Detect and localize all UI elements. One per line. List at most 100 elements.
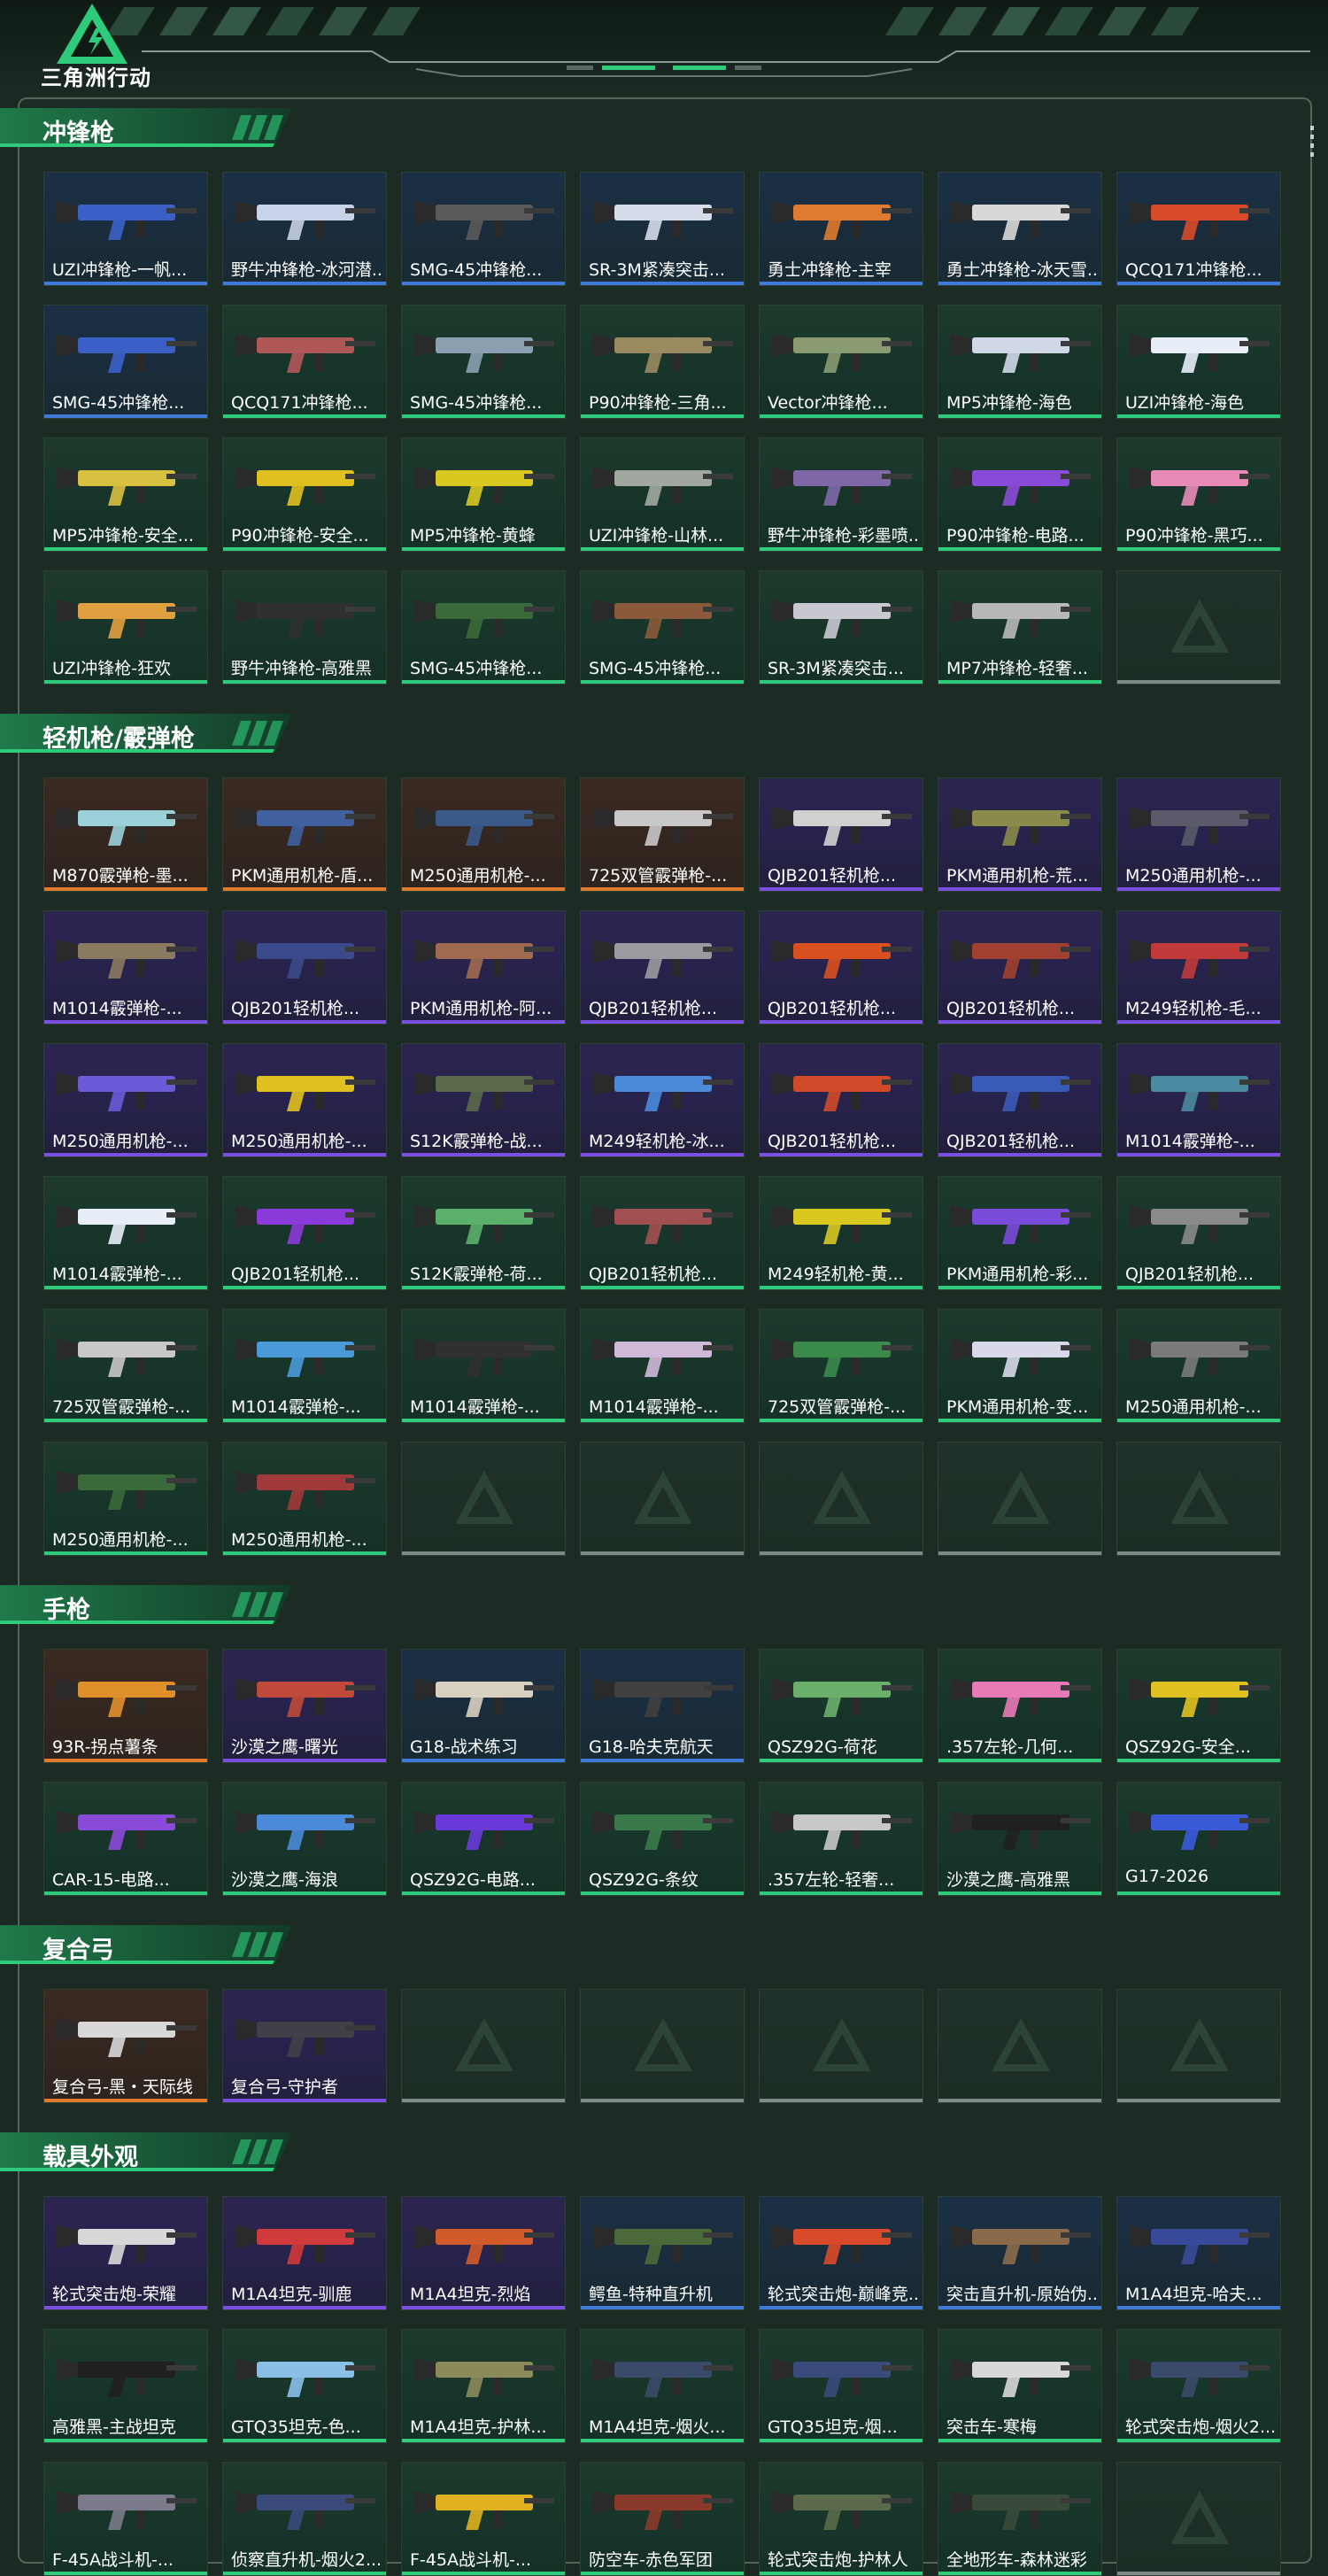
item-card[interactable]: P90冲锋枪-三角... xyxy=(580,305,745,419)
item-card[interactable]: QJB201轻机枪... xyxy=(222,910,387,1025)
item-card[interactable]: G18-战术练习 xyxy=(401,1649,566,1763)
item-card[interactable]: 轮式突击炮-巅峰竞... xyxy=(759,2196,923,2310)
item-card[interactable]: 勇士冲锋枪-冰天雪... xyxy=(938,172,1102,286)
item-card[interactable]: QSZ92G-电路... xyxy=(401,1782,566,1896)
item-card[interactable]: M250通用机枪-... xyxy=(401,777,566,892)
item-card[interactable]: 勇士冲锋枪-主宰 xyxy=(759,172,923,286)
item-card[interactable]: M870霰弹枪-墨... xyxy=(43,777,208,892)
item-card[interactable]: M1A4坦克-护林... xyxy=(401,2329,566,2443)
item-card[interactable]: G17-2026 xyxy=(1116,1782,1281,1896)
item-card[interactable]: M249轻机枪-冰... xyxy=(580,1043,745,1157)
item-card[interactable]: PKM通用机枪-彩... xyxy=(938,1176,1102,1290)
item-card[interactable]: GTQ35坦克-烟... xyxy=(759,2329,923,2443)
item-card[interactable]: M1014霰弹枪-... xyxy=(401,1309,566,1423)
item-card[interactable]: M250通用机枪-... xyxy=(222,1442,387,1556)
item-card[interactable]: F-45A战斗机-... xyxy=(43,2462,208,2576)
item-card[interactable]: UZI冲锋枪-海色 xyxy=(1116,305,1281,419)
item-card[interactable]: P90冲锋枪-黑巧... xyxy=(1116,437,1281,552)
item-card[interactable]: M249轻机枪-毛... xyxy=(1116,910,1281,1025)
item-card[interactable]: P90冲锋枪-安全... xyxy=(222,437,387,552)
item-card[interactable]: P90冲锋枪-电路... xyxy=(938,437,1102,552)
scroll-indicator[interactable] xyxy=(1309,124,1316,159)
item-card[interactable]: UZI冲锋枪-一帆... xyxy=(43,172,208,286)
item-card[interactable]: G18-哈夫克航天 xyxy=(580,1649,745,1763)
item-card[interactable]: QJB201轻机枪... xyxy=(1116,1176,1281,1290)
item-card[interactable]: 全地形车-森林迷彩 xyxy=(938,2462,1102,2576)
item-card[interactable]: Vector冲锋枪... xyxy=(759,305,923,419)
item-card[interactable]: 复合弓-守护者 xyxy=(222,1989,387,2103)
item-card[interactable]: QJB201轻机枪... xyxy=(759,1043,923,1157)
item-card[interactable]: 沙漠之鹰-高雅黑 xyxy=(938,1782,1102,1896)
item-card[interactable]: M1014霰弹枪-... xyxy=(43,910,208,1025)
item-card[interactable]: SR-3M紧凑突击... xyxy=(759,570,923,685)
item-card[interactable]: 野牛冲锋枪-冰河潜... xyxy=(222,172,387,286)
item-card[interactable]: PKM通用机枪-变... xyxy=(938,1309,1102,1423)
item-card[interactable]: 轮式突击炮-护林人 xyxy=(759,2462,923,2576)
item-card[interactable]: UZI冲锋枪-山林... xyxy=(580,437,745,552)
item-card[interactable]: QJB201轻机枪... xyxy=(222,1176,387,1290)
item-card[interactable]: M1A4坦克-烟火... xyxy=(580,2329,745,2443)
item-card[interactable]: 野牛冲锋枪-彩墨喷... xyxy=(759,437,923,552)
item-card[interactable]: M250通用机枪-... xyxy=(222,1043,387,1157)
item-card[interactable]: GTQ35坦克-色... xyxy=(222,2329,387,2443)
item-card[interactable]: MP7冲锋枪-轻奢... xyxy=(938,570,1102,685)
item-card[interactable]: PKM通用机枪-盾... xyxy=(222,777,387,892)
item-card[interactable]: PKM通用机枪-荒... xyxy=(938,777,1102,892)
item-card[interactable]: M250通用机枪-... xyxy=(43,1442,208,1556)
item-card[interactable]: 轮式突击炮-烟火2... xyxy=(1116,2329,1281,2443)
item-card[interactable]: M1A4坦克-烈焰 xyxy=(401,2196,566,2310)
item-card[interactable]: QCQ171冲锋枪... xyxy=(222,305,387,419)
item-card[interactable]: 沙漠之鹰-海浪 xyxy=(222,1782,387,1896)
item-card[interactable]: 轮式突击炮-荣耀 xyxy=(43,2196,208,2310)
item-card[interactable]: .357左轮-几何... xyxy=(938,1649,1102,1763)
item-card[interactable]: M1014霰弹枪-... xyxy=(580,1309,745,1423)
item-card[interactable]: M250通用机枪-... xyxy=(1116,777,1281,892)
item-card[interactable]: 沙漠之鹰-曙光 xyxy=(222,1649,387,1763)
item-card[interactable]: S12K霰弹枪-荷... xyxy=(401,1176,566,1290)
item-card[interactable]: F-45A战斗机-... xyxy=(401,2462,566,2576)
item-card[interactable]: CAR-15-电路... xyxy=(43,1782,208,1896)
item-card[interactable]: M1014霰弹枪-... xyxy=(1116,1043,1281,1157)
item-card[interactable]: 复合弓-黑・天际线 xyxy=(43,1989,208,2103)
item-card[interactable]: PKM通用机枪-阿... xyxy=(401,910,566,1025)
item-card[interactable]: M1014霰弹枪-... xyxy=(43,1176,208,1290)
item-card[interactable]: QSZ92G-安全... xyxy=(1116,1649,1281,1763)
item-card[interactable]: 高雅黑-主战坦克 xyxy=(43,2329,208,2443)
item-card[interactable]: M1A4坦克-驯鹿 xyxy=(222,2196,387,2310)
item-card[interactable]: QSZ92G-荷花 xyxy=(759,1649,923,1763)
item-card[interactable]: M250通用机枪-... xyxy=(43,1043,208,1157)
item-card[interactable]: QCQ171冲锋枪... xyxy=(1116,172,1281,286)
item-card[interactable]: .357左轮-轻奢... xyxy=(759,1782,923,1896)
item-card[interactable]: M1014霰弹枪-... xyxy=(222,1309,387,1423)
item-card[interactable]: MP5冲锋枪-黄蜂 xyxy=(401,437,566,552)
item-card[interactable]: 725双管霰弹枪-... xyxy=(43,1309,208,1423)
item-card[interactable]: M1A4坦克-哈夫... xyxy=(1116,2196,1281,2310)
item-card[interactable]: SMG-45冲锋枪... xyxy=(401,570,566,685)
item-card[interactable]: 突击车-寒梅 xyxy=(938,2329,1102,2443)
item-card[interactable]: QJB201轻机枪... xyxy=(938,1043,1102,1157)
item-card[interactable]: 野牛冲锋枪-高雅黑 xyxy=(222,570,387,685)
item-card[interactable]: SMG-45冲锋枪... xyxy=(401,305,566,419)
item-card[interactable]: UZI冲锋枪-狂欢 xyxy=(43,570,208,685)
item-card[interactable]: 防空车-赤色军团 xyxy=(580,2462,745,2576)
item-card[interactable]: SMG-45冲锋枪... xyxy=(580,570,745,685)
item-card[interactable]: M250通用机枪-... xyxy=(1116,1309,1281,1423)
item-card[interactable]: SR-3M紧凑突击... xyxy=(580,172,745,286)
item-card[interactable]: 侦察直升机-烟火2... xyxy=(222,2462,387,2576)
item-card[interactable]: S12K霰弹枪-战... xyxy=(401,1043,566,1157)
item-card[interactable]: MP5冲锋枪-海色 xyxy=(938,305,1102,419)
item-card[interactable]: MP5冲锋枪-安全... xyxy=(43,437,208,552)
item-card[interactable]: SMG-45冲锋枪... xyxy=(401,172,566,286)
item-card[interactable]: QJB201轻机枪... xyxy=(938,910,1102,1025)
item-card[interactable]: 突击直升机-原始伪... xyxy=(938,2196,1102,2310)
item-card[interactable]: QSZ92G-条纹 xyxy=(580,1782,745,1896)
item-card[interactable]: QJB201轻机枪... xyxy=(580,910,745,1025)
item-card[interactable]: 725双管霰弹枪-... xyxy=(759,1309,923,1423)
item-card[interactable]: SMG-45冲锋枪... xyxy=(43,305,208,419)
item-card[interactable]: 725双管霰弹枪-... xyxy=(580,777,745,892)
item-card[interactable]: QJB201轻机枪... xyxy=(759,910,923,1025)
item-card[interactable]: 93R-拐点薯条 xyxy=(43,1649,208,1763)
item-card[interactable]: QJB201轻机枪... xyxy=(759,777,923,892)
item-card[interactable]: 鳄鱼-特种直升机 xyxy=(580,2196,745,2310)
item-card[interactable]: M249轻机枪-黄... xyxy=(759,1176,923,1290)
